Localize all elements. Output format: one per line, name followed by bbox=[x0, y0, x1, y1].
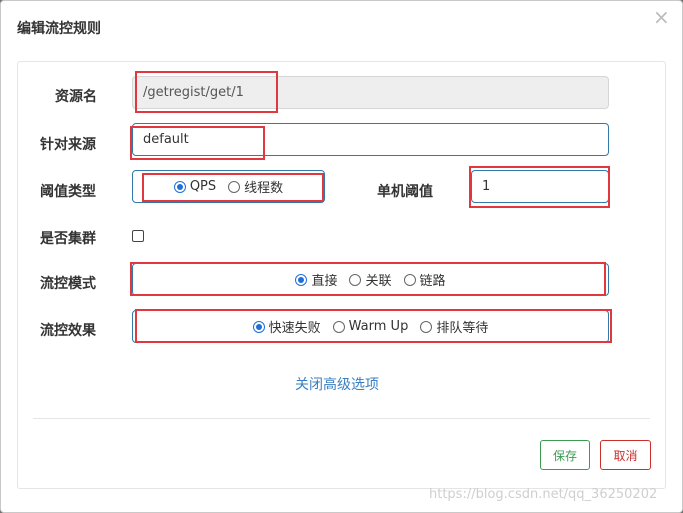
radio-icon bbox=[403, 273, 416, 286]
edit-flow-rule-dialog: 编辑流控规则 × 资源名 /getregist/get/1 针对来源 defau… bbox=[0, 0, 683, 513]
strategy-option-direct[interactable]: 直接 bbox=[295, 270, 337, 289]
radio-checked-icon bbox=[295, 273, 308, 286]
radio-icon bbox=[420, 320, 433, 333]
option-label: QPS bbox=[189, 179, 217, 194]
dialog-title: 编辑流控规则 bbox=[17, 21, 101, 37]
threshold-type-option-qps[interactable]: QPS bbox=[173, 179, 217, 194]
control-behavior-label: 流控效果 bbox=[40, 323, 96, 339]
option-label: 排队等待 bbox=[436, 321, 489, 336]
strategy-label: 流控模式 bbox=[40, 276, 96, 292]
resource-name-label: 资源名 bbox=[55, 89, 97, 105]
resource-name-input: /getregist/get/1 bbox=[132, 76, 609, 109]
cluster-label: 是否集群 bbox=[40, 231, 96, 247]
footer-divider bbox=[33, 418, 650, 419]
dialog-header: 编辑流控规则 × bbox=[1, 1, 682, 56]
behavior-option-fast-fail[interactable]: 快速失败 bbox=[252, 317, 321, 336]
strategy-option-chain[interactable]: 链路 bbox=[403, 270, 446, 289]
option-label: 直接 bbox=[311, 274, 338, 289]
close-icon[interactable]: × bbox=[653, 7, 670, 27]
threshold-type-radio-group: QPS 线程数 bbox=[132, 170, 325, 203]
behavior-option-warm-up[interactable]: Warm Up bbox=[332, 319, 409, 334]
option-label: Warm Up bbox=[348, 319, 409, 334]
limit-app-label: 针对来源 bbox=[40, 137, 96, 153]
threshold-type-label: 阈值类型 bbox=[40, 184, 96, 200]
strategy-radio-group: 直接 关联 链路 bbox=[132, 263, 609, 296]
option-label: 链路 bbox=[419, 274, 446, 289]
limit-app-input[interactable]: default bbox=[132, 123, 609, 156]
radio-icon bbox=[349, 273, 362, 286]
strategy-option-relate[interactable]: 关联 bbox=[349, 270, 392, 289]
radio-icon bbox=[228, 180, 241, 193]
threshold-type-option-thread[interactable]: 线程数 bbox=[228, 177, 283, 196]
option-label: 关联 bbox=[365, 274, 392, 289]
radio-icon bbox=[332, 320, 345, 333]
radio-checked-icon bbox=[173, 180, 186, 193]
control-behavior-radio-group: 快速失败 Warm Up 排队等待 bbox=[132, 310, 609, 343]
radio-checked-icon bbox=[252, 320, 265, 333]
behavior-option-queue[interactable]: 排队等待 bbox=[420, 317, 488, 336]
single-threshold-label: 单机阈值 bbox=[377, 184, 433, 200]
single-threshold-input[interactable]: 1 bbox=[471, 170, 609, 203]
option-label: 线程数 bbox=[244, 181, 284, 196]
option-label: 快速失败 bbox=[268, 321, 321, 336]
toggle-advanced-link[interactable]: 关闭高级选项 bbox=[295, 374, 379, 394]
save-button[interactable]: 保存 bbox=[540, 440, 590, 470]
cluster-checkbox[interactable] bbox=[132, 230, 144, 242]
cancel-button[interactable]: 取消 bbox=[600, 440, 651, 470]
watermark-text: https://blog.csdn.net/qq_36250202 bbox=[429, 487, 658, 502]
dialog-body: 资源名 /getregist/get/1 针对来源 default 阈值类型 Q… bbox=[17, 61, 666, 489]
